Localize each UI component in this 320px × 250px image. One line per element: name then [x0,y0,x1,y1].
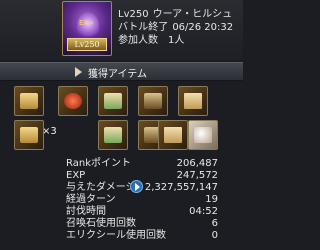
battle-end-row: バトル終了 06/26 20:32 [118,21,233,34]
stat-row: 経過ターン 19 [0,194,243,205]
battle-end-label: バトル終了 [118,22,169,33]
damage-label: 与えたダメージ [66,182,136,193]
damage-value: 2,327,557,147 [144,182,218,193]
turns-value: 19 [205,194,218,205]
stat-row: 召喚石使用回数 6 [0,218,243,229]
box-icon[interactable] [178,86,208,116]
boss-level-badge: Lv250 [67,38,107,51]
rank-points-label: Rankポイント [66,158,131,169]
clear-time-label: 討伐時間 [66,206,106,217]
red-orb-icon[interactable] [58,86,88,116]
stat-row: 討伐時間 04:52 [0,206,243,217]
participants-value: 1人 [168,35,185,46]
participants-row: 参加人数 1人 [118,34,233,47]
boss-name: ウーア・ヒルシュ [152,9,233,20]
exp-label: EXP [66,170,86,181]
summon-card-icon[interactable] [14,120,44,150]
exp-value: 247,572 [176,170,218,181]
battle-stats: Rankポイント 206,487 EXP 247,572 与えたダメージ 2,3… [0,158,243,250]
play-icon[interactable] [130,180,143,193]
turns-label: 経過ターン [66,194,116,205]
obtained-items-title: 獲得アイテム [88,69,147,80]
stat-row: 与えたダメージ 2,327,557,147 [0,180,243,193]
battle-result-header: EX+ Lv250 Lv250 ウーア・ヒルシュ バトル終了 06/26 20:32… [0,0,243,60]
boss-level-row: Lv250 ウーア・ヒルシュ [118,8,233,21]
section-arrow-icon [75,67,82,77]
elixir-uses-value: 0 [211,230,218,241]
battle-end-time: 06/26 20:32 [172,22,234,33]
item-count: ×3 [42,126,57,137]
boss-rank-mark: EX+ [79,19,95,27]
summon-uses-label: 召喚石使用回数 [66,218,136,229]
stat-row: エリクシール使用回数 0 [0,230,243,241]
drop-items-grid: ×3 [0,82,243,154]
boss-level: Lv250 [118,9,149,20]
battle-info: Lv250 ウーア・ヒルシュ バトル終了 06/26 20:32 参加人数 1人 [118,8,233,47]
participants-label: 参加人数 [118,35,158,46]
elixir-uses-label: エリクシール使用回数 [66,230,166,241]
obtained-items-header: 獲得アイテム [0,62,243,81]
gold-brick-icon[interactable] [14,86,44,116]
green-scroll-icon[interactable] [98,86,128,116]
chest-icon[interactable] [138,86,168,116]
clear-time-value: 04:52 [189,206,218,217]
character-icon[interactable] [188,120,218,150]
stat-row: EXP 247,572 [0,170,243,181]
gift-box-icon[interactable] [158,120,188,150]
rank-points-value: 206,487 [176,158,218,169]
stat-row: Rankポイント 206,487 [0,158,243,169]
boss-thumbnail: EX+ Lv250 [62,1,112,56]
summon-uses-value: 6 [211,218,218,229]
map-scroll-icon[interactable] [98,120,128,150]
